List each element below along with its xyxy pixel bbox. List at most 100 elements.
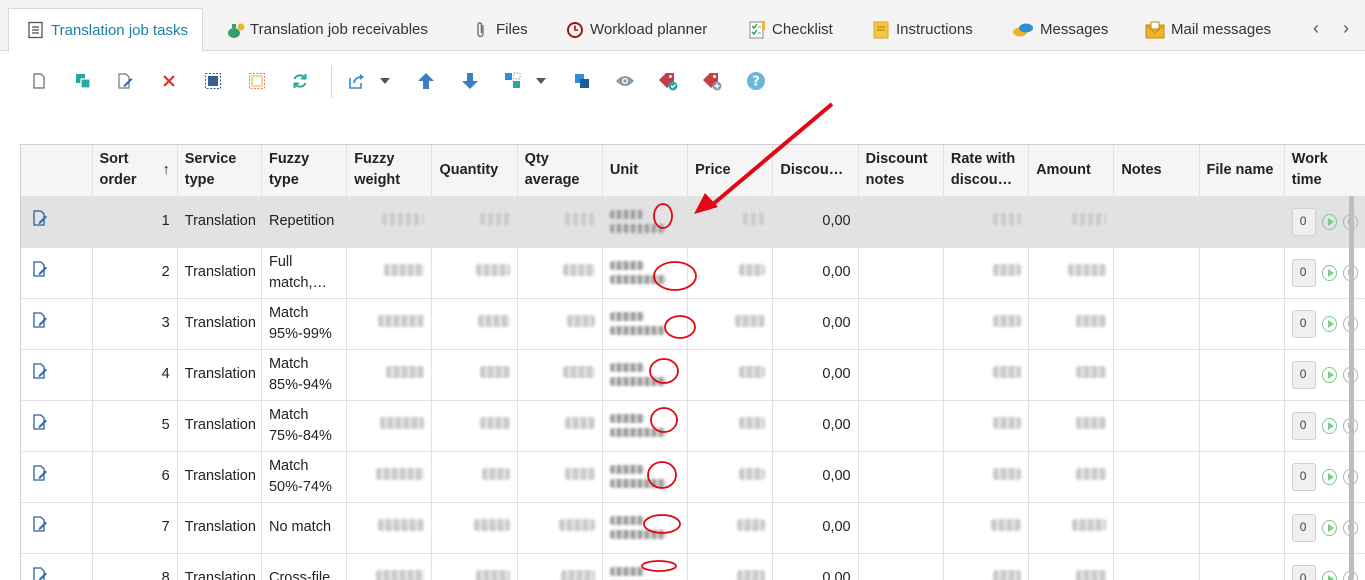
qty-average-cell bbox=[517, 247, 603, 299]
tab-instructions[interactable]: Instructions bbox=[872, 8, 973, 51]
discount-cell: 0,00 bbox=[772, 502, 859, 554]
refresh-icon[interactable] bbox=[289, 70, 311, 92]
tab-workload-planner[interactable]: Workload planner bbox=[566, 8, 707, 51]
tab-mail-messages[interactable]: Mail messages bbox=[1145, 8, 1271, 51]
edit-row-icon[interactable] bbox=[31, 362, 49, 380]
move-up-icon[interactable] bbox=[415, 70, 437, 92]
tab-translation-job-receivables[interactable]: Translation job receivables bbox=[226, 8, 428, 51]
view-icon[interactable] bbox=[614, 70, 636, 92]
chevron-down-icon[interactable] bbox=[534, 70, 548, 92]
tab-messages[interactable]: Messages bbox=[1012, 8, 1108, 51]
table-row[interactable]: 1 Translation Repetition 0,00 0 bbox=[21, 196, 1365, 248]
column-header-amount[interactable]: Amount bbox=[1028, 145, 1115, 197]
column-header-rate-with-discount[interactable]: Rate with discou… bbox=[943, 145, 1030, 197]
table-row[interactable]: 8 Translation Cross-file 0,00 0 bbox=[21, 553, 1365, 580]
select-all-icon[interactable] bbox=[202, 70, 224, 92]
start-timer-icon[interactable] bbox=[1322, 213, 1338, 230]
delete-icon[interactable] bbox=[158, 70, 180, 92]
split-icon[interactable] bbox=[502, 70, 524, 92]
column-header-fuzzy-weight[interactable]: Fuzzy weight bbox=[346, 145, 433, 197]
help-icon[interactable]: ? bbox=[745, 70, 767, 92]
column-header-discount[interactable]: Discou… bbox=[772, 145, 859, 197]
edit-row-icon[interactable] bbox=[31, 260, 49, 278]
sort-order-cell: 4 bbox=[92, 349, 178, 401]
edit-row-icon[interactable] bbox=[31, 515, 49, 533]
rate-with-discount-cell bbox=[943, 553, 1030, 580]
edit-row-icon[interactable] bbox=[31, 464, 49, 482]
tab-files[interactable]: Files bbox=[472, 8, 528, 51]
work-time-input[interactable]: 0 bbox=[1291, 258, 1317, 287]
edit-icon[interactable] bbox=[114, 70, 136, 92]
column-header-quantity[interactable]: Quantity bbox=[431, 145, 518, 197]
work-time-input[interactable]: 0 bbox=[1291, 360, 1317, 389]
tag-apply-icon[interactable] bbox=[657, 70, 679, 92]
vertical-scrollbar[interactable] bbox=[1349, 196, 1354, 580]
edit-cell[interactable] bbox=[21, 502, 93, 554]
quantity-cell bbox=[431, 349, 518, 401]
start-timer-icon[interactable] bbox=[1322, 315, 1338, 332]
edit-cell[interactable] bbox=[21, 247, 93, 299]
chevron-down-icon[interactable] bbox=[378, 70, 392, 92]
price-cell bbox=[687, 400, 774, 452]
qty-average-cell bbox=[517, 349, 603, 401]
edit-cell[interactable] bbox=[21, 553, 93, 580]
column-header-fuzzy-type[interactable]: Fuzzy type bbox=[261, 145, 348, 197]
start-timer-icon[interactable] bbox=[1322, 264, 1338, 281]
export-icon[interactable] bbox=[346, 70, 368, 92]
start-timer-icon[interactable] bbox=[1322, 570, 1338, 580]
column-header-notes[interactable]: Notes bbox=[1113, 145, 1200, 197]
table-row[interactable]: 5 Translation Match 75%-84% 0,00 0 bbox=[21, 400, 1365, 452]
edit-cell[interactable] bbox=[21, 349, 93, 401]
deselect-icon[interactable] bbox=[246, 70, 268, 92]
unit-cell bbox=[602, 349, 689, 401]
tab-translation-job-tasks[interactable]: Translation job tasks bbox=[8, 8, 204, 52]
column-header-unit[interactable]: Unit bbox=[602, 145, 689, 197]
chevron-left-icon[interactable]: ‹ bbox=[1313, 18, 1319, 39]
notes-cell bbox=[1113, 553, 1200, 580]
table-row[interactable]: 6 Translation Match 50%-74% 0,00 0 bbox=[21, 451, 1365, 503]
edit-row-icon[interactable] bbox=[31, 566, 49, 580]
chevron-right-icon[interactable]: › bbox=[1343, 18, 1349, 39]
work-time-input[interactable]: 0 bbox=[1291, 564, 1317, 580]
column-header-price[interactable]: Price bbox=[687, 145, 774, 197]
edit-cell[interactable] bbox=[21, 196, 93, 248]
copy-icon[interactable] bbox=[72, 70, 94, 92]
edit-cell[interactable] bbox=[21, 451, 93, 503]
table-row[interactable]: 7 Translation No match 0,00 0 bbox=[21, 502, 1365, 554]
start-timer-icon[interactable] bbox=[1322, 519, 1338, 536]
start-timer-icon[interactable] bbox=[1322, 468, 1338, 485]
edit-cell[interactable] bbox=[21, 400, 93, 452]
notes-cell bbox=[1113, 247, 1200, 299]
work-time-input[interactable]: 0 bbox=[1291, 462, 1317, 491]
edit-row-icon[interactable] bbox=[31, 209, 49, 227]
work-time-input[interactable]: 0 bbox=[1291, 207, 1317, 236]
file-name-cell bbox=[1199, 553, 1285, 580]
start-timer-icon[interactable] bbox=[1322, 366, 1338, 383]
table-row[interactable]: 2 Translation Full match,… 0,00 0 bbox=[21, 247, 1365, 299]
edit-cell[interactable] bbox=[21, 298, 93, 350]
work-time-input[interactable]: 0 bbox=[1291, 309, 1317, 338]
edit-row-icon[interactable] bbox=[31, 413, 49, 431]
new-icon[interactable] bbox=[28, 70, 50, 92]
file-name-cell bbox=[1199, 451, 1285, 503]
notes-cell bbox=[1113, 349, 1200, 401]
column-header-work-time[interactable]: Work time bbox=[1284, 145, 1365, 197]
tab-checklist[interactable]: Checklist bbox=[748, 8, 833, 51]
column-header-file-name[interactable]: File name bbox=[1199, 145, 1285, 197]
start-timer-icon[interactable] bbox=[1322, 417, 1338, 434]
work-time-input[interactable]: 0 bbox=[1291, 513, 1317, 542]
edit-row-icon[interactable] bbox=[31, 311, 49, 329]
column-header-sort-order[interactable]: Sort order ↑ bbox=[92, 145, 178, 197]
tab-label: Instructions bbox=[896, 21, 973, 38]
column-header-service-type[interactable]: Service type bbox=[177, 145, 262, 197]
column-header-discount-notes[interactable]: Discount notes bbox=[858, 145, 944, 197]
move-down-icon[interactable] bbox=[459, 70, 481, 92]
table-row[interactable]: 4 Translation Match 85%-94% 0,00 0 bbox=[21, 349, 1365, 401]
column-header-qty-average[interactable]: Qty average bbox=[517, 145, 603, 197]
merge-icon[interactable] bbox=[571, 70, 593, 92]
column-header-select[interactable] bbox=[21, 145, 93, 197]
tag-add-icon[interactable] bbox=[701, 70, 723, 92]
work-time-input[interactable]: 0 bbox=[1291, 411, 1317, 440]
table-row[interactable]: 3 Translation Match 95%-99% 0,00 0 bbox=[21, 298, 1365, 350]
qty-average-cell bbox=[517, 451, 603, 503]
